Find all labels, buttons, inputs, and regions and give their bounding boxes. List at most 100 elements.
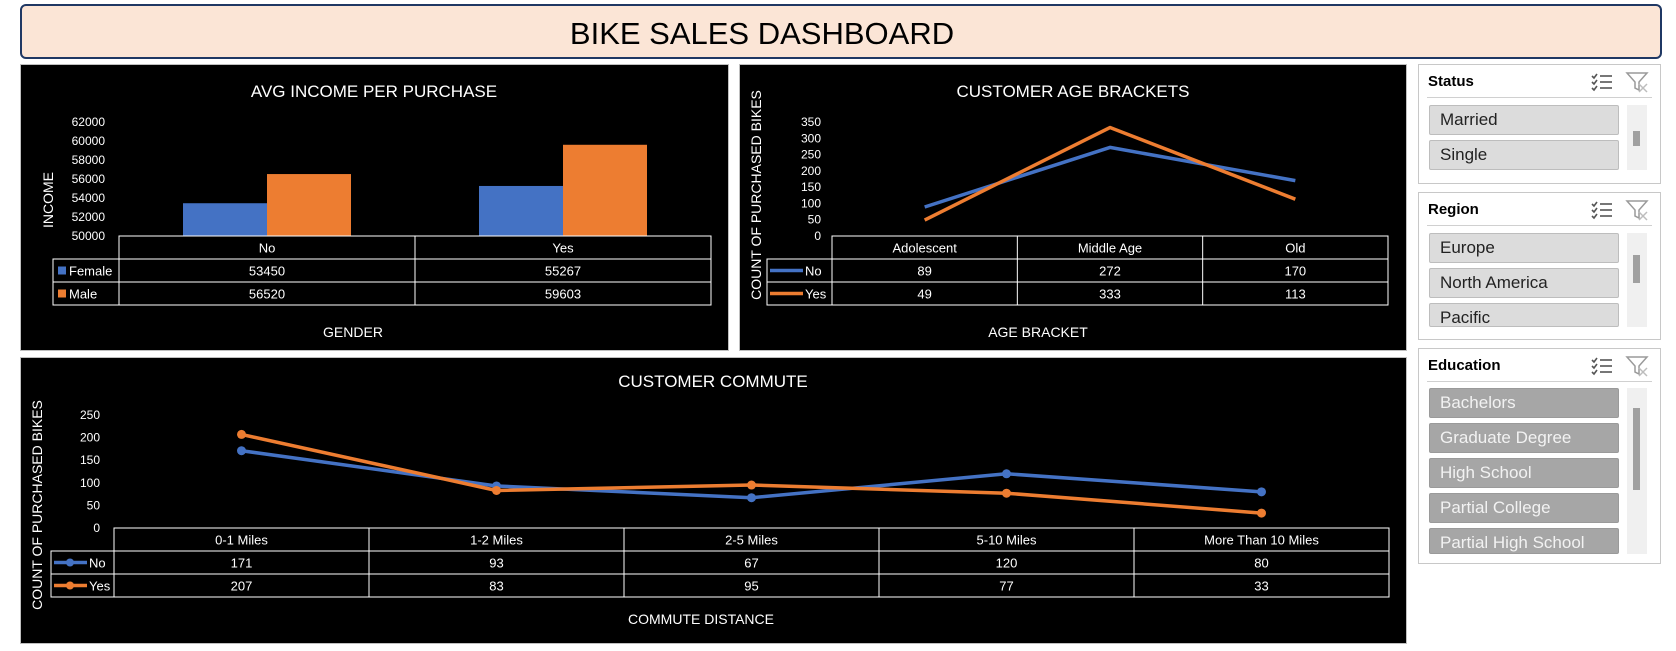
y-tick-label: 56000 [72, 172, 106, 186]
education-scroll-thumb[interactable] [1633, 408, 1640, 490]
point-yes-more-than-10-miles [1257, 508, 1266, 518]
data-label-no-2-5-miles: 67 [744, 556, 758, 571]
y-tick-label: 150 [801, 180, 821, 194]
data-table: No Yes Female 53450 55267 Male 56520 59603 [52, 235, 712, 306]
point-no-5-10-miles [1002, 469, 1011, 479]
data-label-yes-adolescent: 49 [917, 287, 931, 302]
data-label-yes-1-2-miles: 83 [489, 579, 503, 594]
point-no-more-than-10-miles [1257, 487, 1266, 497]
region-slicer-icons [1590, 199, 1650, 226]
status-scroll-thumb[interactable] [1633, 131, 1640, 146]
education-slicer[interactable]: Education Bachelors Graduate Degree High… [1418, 348, 1661, 564]
education-item-graduate-degree[interactable]: Graduate Degree [1429, 423, 1619, 453]
clear-filter-icon[interactable] [1625, 356, 1649, 377]
data-label-yes-2-5-miles: 95 [744, 579, 758, 594]
x-axis-label: AGE BRACKET [988, 324, 1088, 340]
data-label-yes-more-than-10-miles: 33 [1254, 579, 1268, 594]
y-tick-label: 200 [801, 164, 821, 178]
region-scrollbar[interactable] [1627, 233, 1647, 327]
point-yes-1-2-miles [492, 485, 501, 495]
data-label-yes-old: 113 [1285, 287, 1306, 302]
region-item-pacific[interactable]: Pacific [1429, 303, 1619, 327]
y-tick-label: 0 [93, 521, 100, 535]
y-tick-label: 50 [808, 213, 822, 227]
chart-svg-customer-age-brackets: CUSTOMER AGE BRACKETS AGE BRACKET COUNT OF… [748, 82, 1389, 340]
x-tick-label: 0-1 Miles [215, 533, 268, 548]
y-tick-label: 60000 [72, 134, 106, 148]
region-scroll-thumb[interactable] [1633, 255, 1640, 283]
y-tick-label: 50000 [72, 229, 106, 243]
dashboard-title-bar: BIKE SALES DASHBOARD [20, 4, 1662, 59]
y-axis-label: INCOME [40, 172, 56, 228]
data-label-yes-0-1-miles: 207 [231, 579, 253, 594]
y-tick-label: 0 [814, 229, 821, 243]
region-slicer-title: Region [1428, 201, 1479, 218]
x-axis-label: GENDER [323, 324, 383, 340]
legend-marker-yes [66, 581, 74, 590]
y-tick-label: 54000 [72, 191, 106, 205]
chart-svg-customer-commute: CUSTOMER COMMUTE COMMUTE DISTANCE COUNT OF… [29, 372, 1390, 627]
y-tick-label: 200 [80, 431, 100, 445]
y-tick-label: 52000 [72, 210, 106, 224]
data-table-row [52, 258, 712, 283]
y-tick-label: 300 [801, 131, 821, 145]
bar-male-no [267, 174, 351, 236]
region-slicer[interactable]: Region Europe North America Pacific [1418, 192, 1661, 340]
data-label-female-no: 53450 [249, 264, 285, 279]
multi-select-icon[interactable] [1591, 201, 1612, 220]
education-item-partial-high-school[interactable]: Partial High School [1429, 528, 1619, 554]
data-label-no-adolescent: 89 [917, 264, 931, 279]
region-slicer-divider [1427, 225, 1652, 226]
multi-select-icon[interactable] [1591, 73, 1612, 92]
multi-select-icon[interactable] [1591, 357, 1612, 376]
chart-svg-avg-income-per-purchase: AVG INCOME PER PURCHASE GENDER INCOME 62000… [40, 82, 712, 340]
point-no-2-5-miles [747, 493, 756, 503]
region-item-north-america[interactable]: North America [1429, 268, 1619, 298]
age-chart-panel[interactable]: CUSTOMER AGE BRACKETS AGE BRACKET COUNT OF… [739, 64, 1407, 351]
status-slicer[interactable]: Status Married Single [1418, 64, 1661, 184]
y-tick-label: 62000 [72, 115, 106, 129]
education-item-bachelors[interactable]: Bachelors [1429, 388, 1619, 418]
data-label-male-no: 56520 [249, 287, 285, 302]
y-tick-label: 150 [80, 453, 100, 467]
x-tick-label: No [259, 241, 276, 256]
status-item-married[interactable]: Married [1429, 105, 1619, 135]
y-axis-label: COUNT OF PURCHASED BIKES [748, 90, 764, 300]
data-label-no-0-1-miles: 171 [231, 556, 253, 571]
data-label-male-yes: 59603 [545, 287, 581, 302]
y-tick-label: 100 [80, 476, 100, 490]
legend-label-yes: Yes [805, 287, 827, 302]
region-item-europe[interactable]: Europe [1429, 233, 1619, 263]
x-tick-label: 1-2 Miles [470, 533, 523, 548]
education-item-high-school[interactable]: High School [1429, 458, 1619, 488]
education-scrollbar[interactable] [1627, 388, 1647, 554]
status-slicer-divider [1427, 97, 1652, 98]
education-item-partial-college[interactable]: Partial College [1429, 493, 1619, 523]
data-label-female-yes: 55267 [545, 264, 581, 279]
bar-male-yes [563, 144, 647, 236]
education-slicer-divider [1427, 381, 1652, 382]
clear-filter-icon[interactable] [1625, 72, 1649, 93]
status-scrollbar[interactable] [1627, 105, 1647, 170]
status-slicer-icons [1590, 71, 1650, 98]
data-label-no-more-than-10-miles: 80 [1254, 556, 1268, 571]
clear-filter-icon[interactable] [1625, 200, 1649, 221]
x-tick-label: 2-5 Miles [725, 533, 778, 548]
commute-chart-panel[interactable]: CUSTOMER COMMUTE COMMUTE DISTANCE COUNT OF… [20, 357, 1407, 644]
y-tick-label: 100 [801, 196, 821, 210]
x-tick-label: Yes [552, 241, 574, 256]
y-axis-label: COUNT OF PURCHASED BIKES [29, 400, 45, 610]
legend-key-female [58, 266, 66, 275]
status-item-single[interactable]: Single [1429, 140, 1619, 170]
legend-label-no: No [805, 264, 822, 279]
education-slicer-icons [1590, 355, 1650, 382]
x-axis-label: COMMUTE DISTANCE [628, 611, 774, 627]
income-chart-panel[interactable]: AVG INCOME PER PURCHASE GENDER INCOME 62000… [20, 64, 729, 351]
y-tick-label: 50 [87, 498, 101, 512]
x-tick-label: 5-10 Miles [977, 533, 1037, 548]
bar-female-yes [479, 185, 563, 236]
x-tick-label: More Than 10 Miles [1204, 533, 1319, 548]
data-label-yes-5-10-miles: 77 [999, 579, 1013, 594]
point-yes-0-1-miles [237, 429, 246, 439]
data-table-row [52, 281, 712, 306]
